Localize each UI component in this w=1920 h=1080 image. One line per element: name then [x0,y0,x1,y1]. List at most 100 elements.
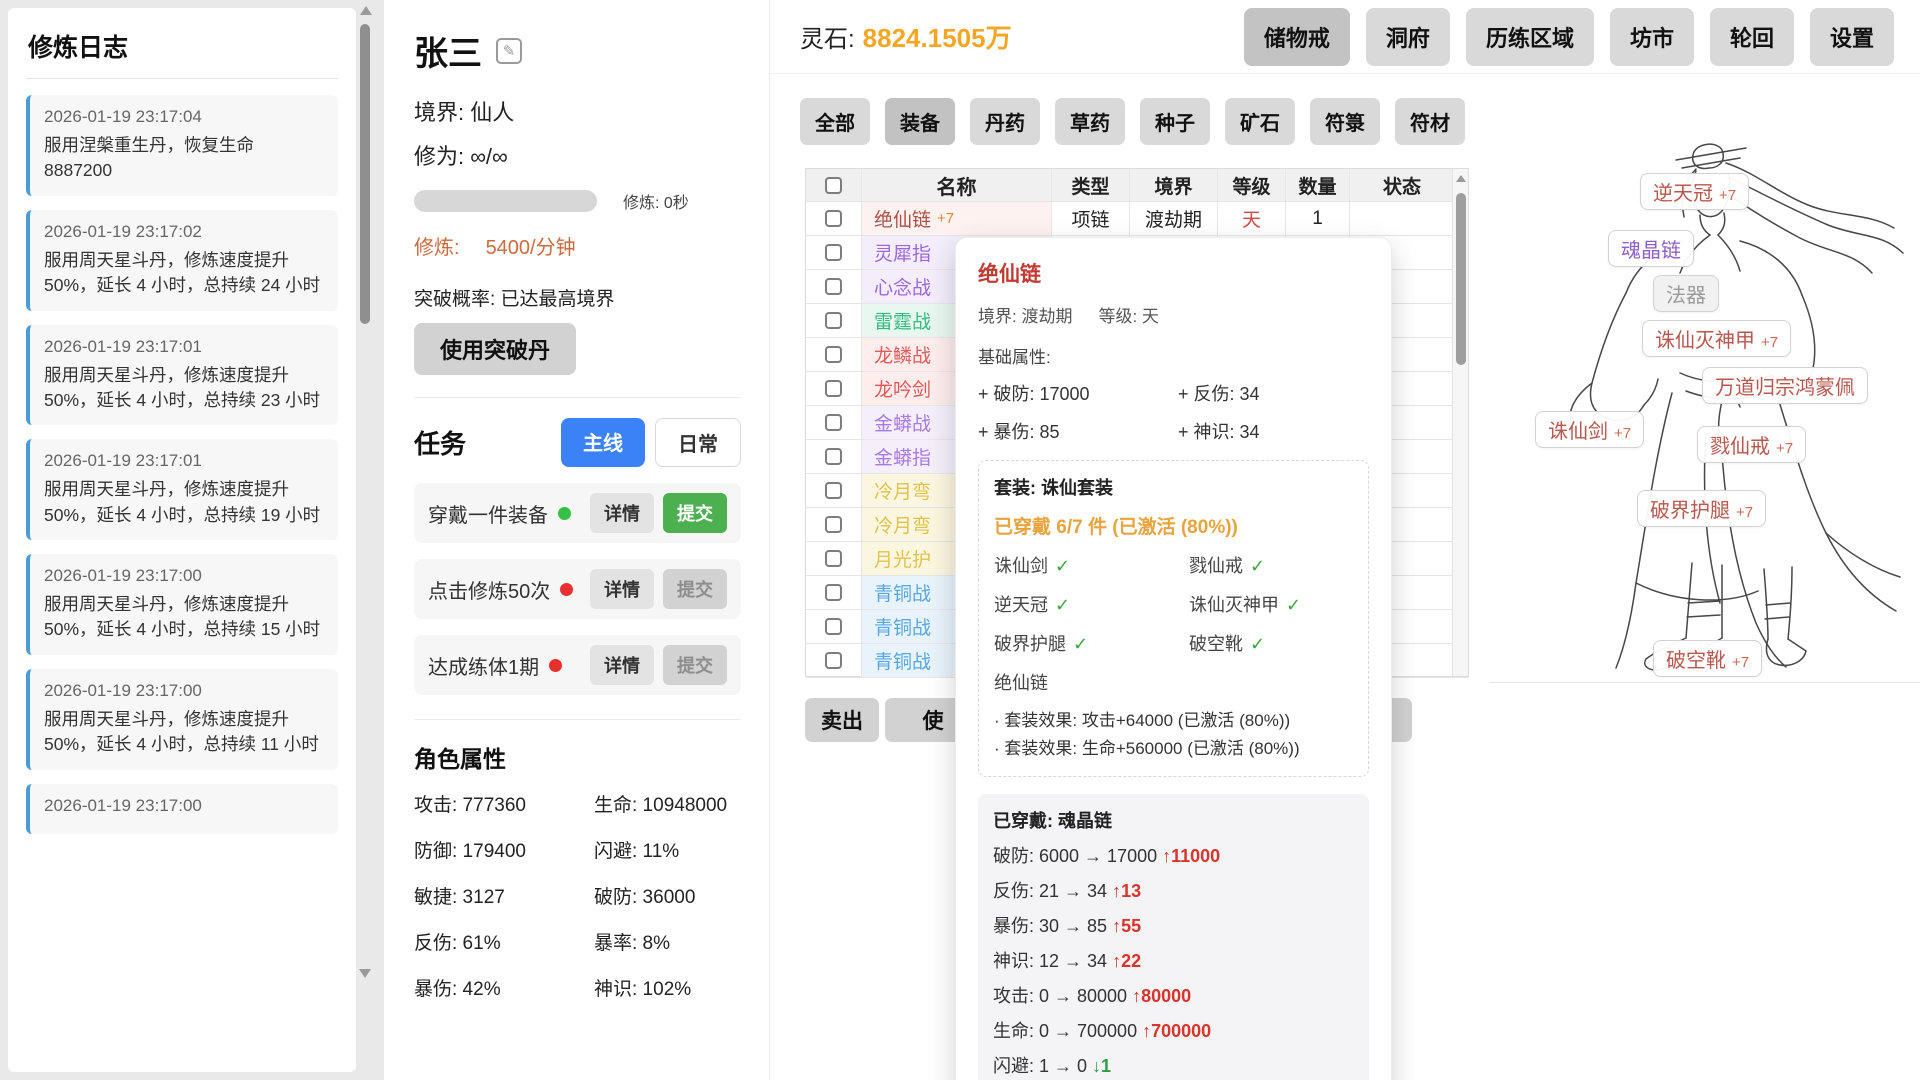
log-entry: 2026-01-19 23:17:01 服用周天星斗丹，修炼速度提升50%，延长… [26,439,338,540]
col-status: 状态 [1350,169,1454,201]
equip-label-armor[interactable]: 诛仙灭神甲+7 [1642,320,1791,357]
equip-name: 破界护腿 [1650,500,1730,522]
row-checkbox[interactable] [825,448,842,465]
equip-label-boots[interactable]: 破空靴+7 [1653,640,1762,677]
row-checkbox[interactable] [825,210,842,227]
filter-talisman-materials[interactable]: 符材 [1395,98,1465,145]
equip-label-artifact[interactable]: 法器 [1653,275,1719,312]
attr-atk: 攻击: 777360 [414,790,594,817]
row-checkbox[interactable] [825,278,842,295]
attr-crit-rate: 暴率: 8% [594,928,741,955]
log-scrollbar[interactable] [358,6,373,978]
row-checkbox[interactable] [825,244,842,261]
equip-name: 万道归宗鸿蒙佩 [1715,377,1855,399]
nav-settings-button[interactable]: 设置 [1810,8,1894,66]
filter-ores[interactable]: 矿石 [1225,98,1295,145]
item-name-text: 青铜战 [874,613,931,640]
main-header: 灵石: 8824.1505万 储物戒 洞府 历练区域 坊市 轮回 设置 [770,0,1920,74]
row-checkbox[interactable] [825,652,842,669]
equip-label-leggings[interactable]: 破界护腿+7 [1637,490,1766,527]
use-breakthrough-pill-button[interactable]: 使用突破丹 [414,323,576,375]
log-entry-time: 2026-01-19 23:17:00 [44,681,324,701]
filter-herbs[interactable]: 草药 [1055,98,1125,145]
game-root: 修炼日志 2026-01-19 23:17:04 服用涅槃重生丹，恢复生命 88… [0,0,1920,1080]
nav-adventure-button[interactable]: 历练区域 [1466,8,1594,66]
equip-label-pendant[interactable]: 万道归宗鸿蒙佩 [1702,367,1868,404]
filter-seeds[interactable]: 种子 [1140,98,1210,145]
scroll-down-icon[interactable] [359,969,371,978]
item-name-text: 灵犀指 [874,239,931,266]
scroll-thumb[interactable] [1456,193,1466,365]
nav-cave-button[interactable]: 洞府 [1366,8,1450,66]
row-checkbox[interactable] [825,346,842,363]
row-checkbox[interactable] [825,618,842,635]
table-scrollbar[interactable] [1452,169,1468,676]
equip-name: 魂晶链 [1621,240,1681,262]
task-submit-button-disabled[interactable]: 提交 [663,645,727,685]
edit-name-icon[interactable]: ✎ [496,38,522,64]
sell-button[interactable]: 卖出 [805,698,879,742]
filter-talismans[interactable]: 符箓 [1310,98,1380,145]
row-checkbox[interactable] [825,482,842,499]
task-detail-button[interactable]: 详情 [590,569,654,609]
item-qty: 1 [1286,202,1350,235]
delta-up: ↑11000 [1162,846,1220,866]
log-entry: 2026-01-19 23:17:00 [26,784,338,834]
item-name-text: 金蟒战 [874,409,931,436]
item-name-text: 龙吟剑 [874,375,931,402]
col-qty: 数量 [1286,169,1350,201]
col-grade: 等级 [1218,169,1286,201]
compare-line: 暴伤: 30 → 85 ↑55 [993,912,1354,938]
equip-label-necklace[interactable]: 魂晶链 [1608,230,1694,267]
base-stat: + 神识: 34 [1178,418,1369,444]
set-name: 套装: 诛仙套装 [994,474,1353,500]
nav-storage-ring-button[interactable]: 储物戒 [1244,8,1350,66]
task-detail-button[interactable]: 详情 [590,493,654,533]
col-type: 类型 [1052,169,1130,201]
filter-equipment[interactable]: 装备 [885,98,955,145]
log-entry-text: 服用周天星斗丹，修炼速度提升50%，延长 4 小时，总持续 11 小时 [44,707,324,758]
table-row[interactable]: 绝仙链+7 项链 渡劫期 天 1 [806,202,1468,236]
log-entry-text: 服用涅槃重生丹，恢复生命 8887200 [44,133,324,184]
row-checkbox[interactable] [825,584,842,601]
task-name: 穿戴一件装备 [428,499,548,528]
scroll-up-icon[interactable] [1456,175,1466,182]
filter-pills[interactable]: 丹药 [970,98,1040,145]
task-item: 穿戴一件装备 详情 提交 [414,483,741,543]
tab-main-quest[interactable]: 主线 [561,418,645,467]
task-submit-button[interactable]: 提交 [663,493,727,533]
scroll-thumb[interactable] [360,24,370,324]
equip-label-sword[interactable]: 诛仙剑+7 [1535,411,1644,448]
log-entry-text: 服用周天星斗丹，修炼速度提升50%，延长 4 小时，总持续 24 小时 [44,248,324,299]
row-checkbox[interactable] [825,414,842,431]
item-name-text: 青铜战 [874,647,931,674]
row-checkbox[interactable] [825,312,842,329]
check-icon: ✓ [1250,556,1265,576]
check-icon: ✓ [1055,595,1070,615]
item-type: 项链 [1052,202,1130,235]
row-checkbox[interactable] [825,516,842,533]
set-piece: 诛仙灭神甲✓ [1189,591,1353,617]
row-checkbox[interactable] [825,550,842,567]
attr-hp: 生命: 10948000 [594,790,741,817]
select-all-checkbox[interactable] [825,177,842,194]
item-name-text: 雷霆战 [874,307,931,334]
task-item: 达成练体1期 详情 提交 [414,635,741,695]
filter-all[interactable]: 全部 [800,98,870,145]
equip-enhance: +7 [1776,440,1793,457]
row-checkbox[interactable] [825,380,842,397]
nav-market-button[interactable]: 坊市 [1610,8,1694,66]
compare-line: 生命: 0 → 700000 ↑700000 [993,1017,1354,1043]
scroll-up-icon[interactable] [360,6,372,15]
nav-buttons: 储物戒 洞府 历练区域 坊市 轮回 设置 [1244,8,1894,66]
task-detail-button[interactable]: 详情 [590,645,654,685]
tab-daily-quest[interactable]: 日常 [655,418,741,467]
set-effects: · 套装效果: 攻击+64000 (已激活 (80%)) · 套装效果: 生命+… [994,707,1353,763]
nav-reincarnation-button[interactable]: 轮回 [1710,8,1794,66]
attributes-section: 角色属性 攻击: 777360 生命: 10948000 防御: 179400 … [414,719,741,1001]
item-realm: 渡劫期 [1130,202,1218,235]
task-submit-button-disabled[interactable]: 提交 [663,569,727,609]
equip-label-ring[interactable]: 戮仙戒+7 [1697,426,1806,463]
equip-label-crown[interactable]: 逆天冠+7 [1640,173,1749,210]
attr-agi: 敏捷: 3127 [414,882,594,909]
